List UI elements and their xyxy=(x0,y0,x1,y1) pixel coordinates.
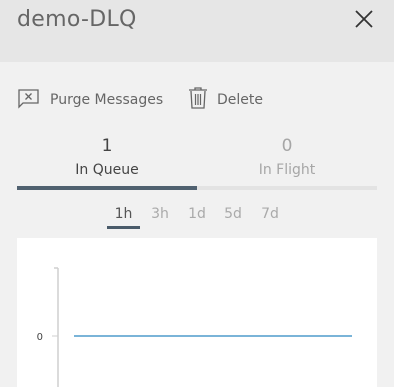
y-tick-label-0: 0 xyxy=(37,332,43,343)
panel-header: demo-DLQ xyxy=(0,0,394,62)
tab-in-flight[interactable]: 0 In Flight xyxy=(197,134,377,188)
close-icon[interactable] xyxy=(354,9,374,29)
chart-svg: 0 xyxy=(37,267,352,387)
in-queue-count: 1 xyxy=(101,136,113,156)
active-tab-indicator xyxy=(17,186,197,190)
delete-button[interactable]: Delete xyxy=(188,86,263,114)
delete-label: Delete xyxy=(217,92,263,108)
queue-title: demo-DLQ xyxy=(17,7,137,32)
range-5d[interactable]: 5d xyxy=(220,206,246,230)
purge-messages-button[interactable]: Purge Messages xyxy=(17,88,163,112)
range-1d[interactable]: 1d xyxy=(184,206,210,230)
range-3h[interactable]: 3h xyxy=(146,206,174,230)
in-flight-label: In Flight xyxy=(258,162,316,178)
queue-chart: 0 xyxy=(17,238,377,387)
purge-messages-label: Purge Messages xyxy=(50,92,164,108)
range-7d[interactable]: 7d xyxy=(256,206,284,230)
selected-range-underline xyxy=(107,226,140,229)
trash-icon xyxy=(188,86,208,114)
in-queue-label: In Queue xyxy=(75,162,139,178)
purge-icon xyxy=(17,87,41,113)
tab-in-queue[interactable]: 1 In Queue xyxy=(17,134,197,188)
in-flight-count: 0 xyxy=(281,136,293,156)
